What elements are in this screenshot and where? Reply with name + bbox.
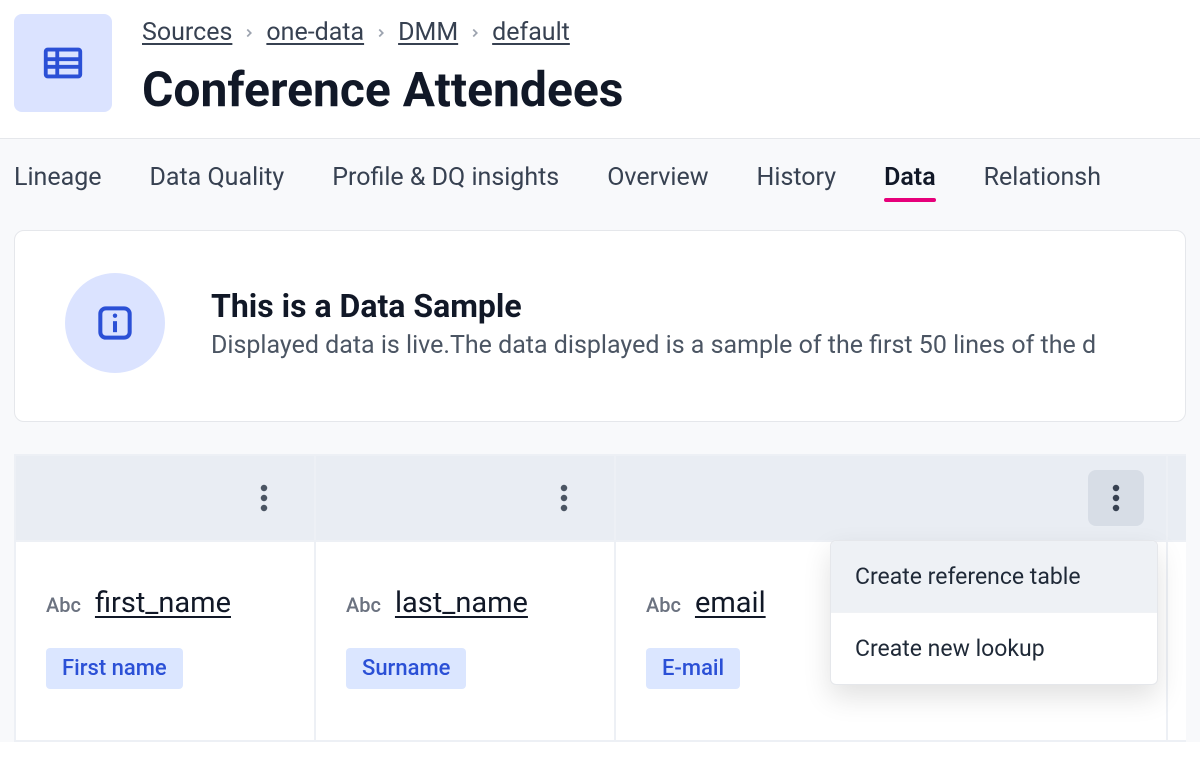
breadcrumb-item[interactable]: one-data [266,18,364,47]
info-text: This is a Data Sample Displayed data is … [211,287,1096,360]
column-header: Create reference table Create new lookup [616,456,1166,542]
chevron-right-icon [374,26,388,40]
info-icon [93,301,137,345]
menu-item-create-reference-table[interactable]: Create reference table [831,541,1157,613]
page-header: Sources one-data DMM default Conference … [0,0,1200,138]
breadcrumb-item[interactable]: DMM [398,18,458,47]
type-abbr: Abc [646,593,681,617]
column-menu-button[interactable] [536,470,592,526]
column-body [1168,542,1186,742]
entity-icon-box [14,14,112,112]
column-context-menu: Create reference table Create new lookup [830,540,1158,685]
tab-data[interactable]: Data [884,163,936,192]
tab-content: This is a Data Sample Displayed data is … [0,230,1200,742]
type-abbr: Abc [46,593,81,617]
column-body: Abc first_name First name [16,542,314,742]
chevron-right-icon [242,26,256,40]
column-email: Create reference table Create new lookup… [616,456,1168,742]
field-name-link[interactable]: last_name [395,586,528,620]
chevron-right-icon [468,26,482,40]
column-first-name: Abc first_name First name [16,456,316,742]
column-overflow-strip [1168,456,1186,742]
breadcrumb-item[interactable]: default [492,18,570,47]
breadcrumb-item[interactable]: Sources [142,18,232,47]
tab-overview[interactable]: Overview [607,163,708,192]
column-header [16,456,314,542]
menu-item-create-new-lookup[interactable]: Create new lookup [831,613,1157,684]
type-abbr: Abc [346,593,381,617]
info-icon-bubble [65,273,165,373]
column-header [316,456,614,542]
field-row: Abc last_name [346,586,584,620]
info-card: This is a Data Sample Displayed data is … [14,230,1186,422]
tabs: Lineage Data Quality Profile & DQ insigh… [0,139,1200,210]
column-menu-button[interactable] [1088,470,1144,526]
semantic-tag[interactable]: First name [46,648,183,689]
table-icon [40,40,86,86]
breadcrumb: Sources one-data DMM default [142,18,623,47]
tabs-container: Lineage Data Quality Profile & DQ insigh… [0,138,1200,742]
field-name-link[interactable]: email [695,586,766,620]
tab-profile-dq[interactable]: Profile & DQ insights [332,163,559,192]
column-menu-button[interactable] [236,470,292,526]
tab-lineage[interactable]: Lineage [14,163,102,192]
page-title: Conference Attendees [142,61,623,118]
info-title: This is a Data Sample [211,287,1096,325]
header-text: Sources one-data DMM default Conference … [142,0,623,118]
column-last-name: Abc last_name Surname [316,456,616,742]
tab-history[interactable]: History [757,163,837,192]
info-body: Displayed data is live.The data displaye… [211,331,1096,360]
data-grid: Abc first_name First name Abc last_name [14,454,1186,742]
kebab-icon [1112,483,1120,513]
field-name-link[interactable]: first_name [95,586,231,620]
tab-data-quality[interactable]: Data Quality [150,163,285,192]
kebab-icon [260,483,268,513]
semantic-tag[interactable]: E-mail [646,648,740,689]
semantic-tag[interactable]: Surname [346,648,466,689]
field-row: Abc first_name [46,586,284,620]
tab-relationships[interactable]: Relationsh [984,163,1101,192]
kebab-icon [560,483,568,513]
column-header [1168,456,1186,542]
column-body: Abc last_name Surname [316,542,614,742]
